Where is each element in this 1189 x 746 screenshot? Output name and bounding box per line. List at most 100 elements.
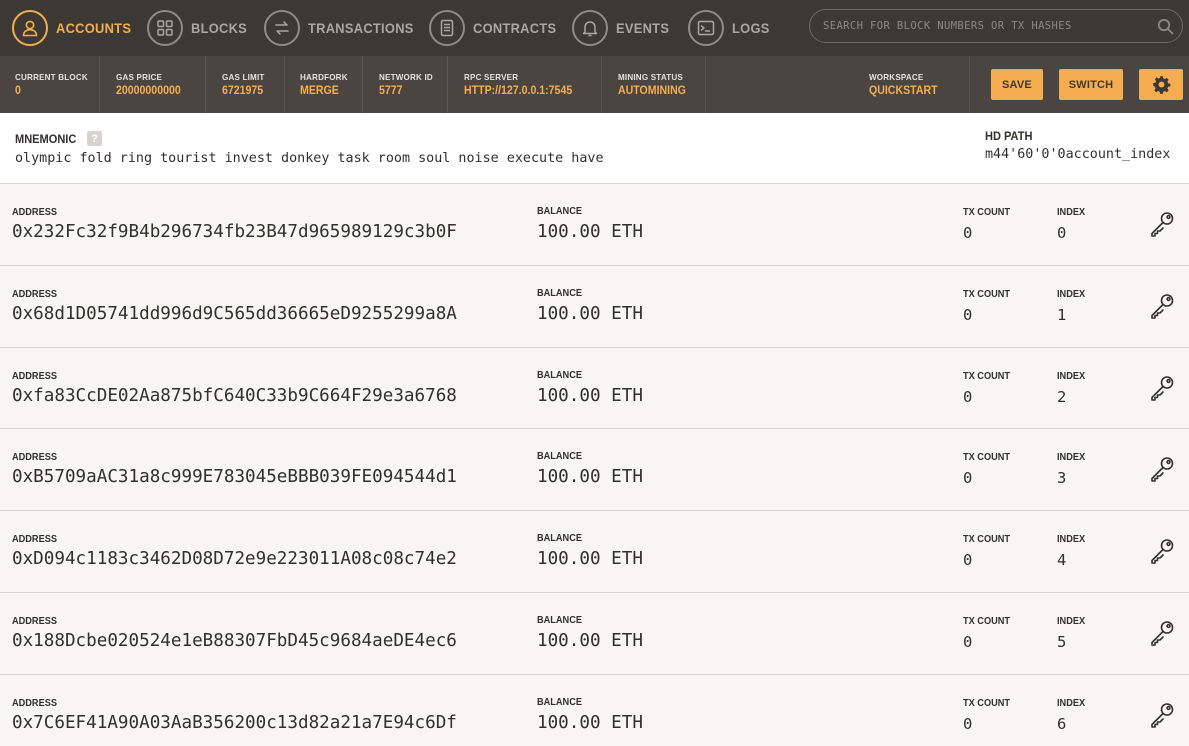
bell-icon [572, 10, 608, 46]
nav-accounts-label: ACCOUNTS [56, 20, 132, 36]
search-icon[interactable] [1148, 9, 1182, 43]
index-value: 6 [1057, 714, 1067, 733]
nav-blocks-label: BLOCKS [191, 20, 248, 36]
user-icon [12, 10, 48, 46]
hd-path-value: m44'60'0'0account_index [985, 147, 1171, 162]
balance-label: BALANCE [537, 696, 582, 708]
address-label: ADDRESS [12, 697, 57, 709]
account-row: ADDRESS 0xfa83CcDE02Aa875bfC640C33b9C664… [0, 347, 1189, 430]
nav-contracts-label: CONTRACTS [473, 20, 557, 36]
index-label: INDEX [1057, 452, 1086, 464]
balance-value: 100.00 ETH [537, 630, 643, 651]
account-row: ADDRESS 0xB5709aAC31a8c999E783045eBBB039… [0, 429, 1189, 512]
current-block-value: 0 [15, 85, 21, 97]
tx-count-label: TX COUNT [963, 534, 1011, 546]
index-value: 4 [1057, 551, 1067, 570]
gear-icon [1152, 76, 1170, 94]
nav-transactions-label: TRANSACTIONS [308, 20, 414, 36]
balance-value: 100.00 ETH [537, 549, 643, 570]
grid-icon [147, 10, 183, 46]
tx-count-value: 0 [963, 387, 973, 406]
address-value: 0xB5709aAC31a8c999E783045eBBB039FE094544… [12, 467, 457, 488]
gas-price-value: 20000000000 [116, 85, 181, 97]
accounts-list: ADDRESS 0x232Fc32f9B4b296734fb23B47d9659… [0, 184, 1189, 746]
tx-count-value: 0 [963, 469, 973, 488]
rpc-server-value: HTTP://127.0.0.1:7545 [464, 85, 573, 97]
nav-accounts[interactable]: ACCOUNTS [12, 9, 138, 47]
account-row: ADDRESS 0x232Fc32f9B4b296734fb23B47d9659… [0, 184, 1189, 266]
tx-count-value: 0 [963, 632, 973, 651]
mnemonic-value: olympic fold ring tourist invest donkey … [15, 151, 604, 166]
network-id-stat: NETWORK ID 5777 [363, 56, 448, 113]
mnemonic-section: MNEMONIC ? olympic fold ring tourist inv… [0, 113, 1189, 184]
key-icon[interactable] [1148, 455, 1176, 483]
mining-status-label: MINING STATUS [618, 72, 683, 82]
nav-events[interactable]: EVENTS [572, 9, 674, 47]
address-label: ADDRESS [12, 534, 57, 546]
hd-path-label: HD PATH [985, 129, 1033, 143]
workspace-label: WORKSPACE [869, 72, 924, 82]
top-nav: ACCOUNTS BLOCKS TRANSACTIONS CONTRACTS E… [0, 0, 1189, 56]
balance-label: BALANCE [537, 451, 582, 463]
nav-transactions[interactable]: TRANSACTIONS [264, 9, 423, 47]
address-label: ADDRESS [12, 452, 57, 464]
balance-label: BALANCE [537, 533, 582, 545]
mining-status-stat: MINING STATUS AUTOMINING [602, 56, 706, 113]
search-box [809, 9, 1183, 43]
address-label: ADDRESS [12, 615, 57, 627]
hardfork-value: MERGE [300, 85, 339, 97]
document-icon [429, 10, 465, 46]
network-id-label: NETWORK ID [379, 72, 433, 82]
nav-contracts[interactable]: CONTRACTS [429, 9, 564, 47]
key-icon[interactable] [1148, 701, 1176, 729]
address-value: 0xD094c1183c3462D08D72e9e223011A08c08c74… [12, 549, 457, 570]
gas-price-label: GAS PRICE [116, 72, 163, 82]
nav-blocks[interactable]: BLOCKS [147, 9, 252, 47]
balance-value: 100.00 ETH [537, 385, 643, 406]
settings-button[interactable] [1139, 69, 1183, 100]
address-value: 0x232Fc32f9B4b296734fb23B47d965989129c3b… [12, 222, 457, 242]
search-input[interactable] [823, 20, 1148, 32]
tx-count-label: TX COUNT [963, 615, 1011, 627]
index-value: 0 [1057, 224, 1067, 242]
index-label: INDEX [1057, 207, 1086, 218]
index-label: INDEX [1057, 615, 1086, 627]
workspace-stat: WORKSPACE QUICKSTART [853, 56, 970, 113]
swap-arrows-icon [264, 10, 300, 46]
account-row: ADDRESS 0xD094c1183c3462D08D72e9e223011A… [0, 511, 1189, 593]
key-icon[interactable] [1148, 537, 1176, 565]
terminal-icon [688, 10, 724, 46]
help-icon[interactable]: ? [87, 131, 102, 146]
balance-label: BALANCE [537, 287, 582, 299]
key-icon[interactable] [1148, 210, 1176, 238]
address-value: 0x7C6EF41A90A03AaB356200c13d82a21a7E94c6… [12, 712, 457, 733]
save-button[interactable]: SAVE [991, 69, 1043, 100]
tx-count-value: 0 [963, 224, 973, 242]
tx-count-value: 0 [963, 551, 973, 570]
tx-count-label: TX COUNT [963, 452, 1011, 464]
hardfork-stat: HARDFORK MERGE [285, 56, 363, 113]
tx-count-label: TX COUNT [963, 370, 1011, 382]
gas-limit-stat: GAS LIMIT 6721975 [206, 56, 285, 113]
balance-value: 100.00 ETH [537, 222, 643, 242]
nav-logs-label: LOGS [732, 20, 770, 36]
index-label: INDEX [1057, 370, 1086, 382]
address-value: 0xfa83CcDE02Aa875bfC640C33b9C664F29e3a67… [12, 385, 457, 406]
balance-label: BALANCE [537, 614, 582, 626]
balance-label: BALANCE [537, 369, 582, 381]
key-icon[interactable] [1148, 374, 1176, 402]
index-value: 5 [1057, 632, 1067, 651]
index-label: INDEX [1057, 697, 1086, 709]
tx-count-label: TX COUNT [963, 207, 1011, 218]
key-icon[interactable] [1148, 619, 1176, 647]
current-block-stat: CURRENT BLOCK 0 [0, 56, 100, 113]
tx-count-value: 0 [963, 305, 973, 324]
key-icon[interactable] [1148, 292, 1176, 320]
gas-limit-label: GAS LIMIT [222, 72, 265, 82]
switch-button[interactable]: SWITCH [1059, 69, 1123, 100]
rpc-server-stat: RPC SERVER HTTP://127.0.0.1:7545 [448, 56, 602, 113]
balance-value: 100.00 ETH [537, 303, 643, 324]
index-label: INDEX [1057, 288, 1086, 300]
account-row: ADDRESS 0x188Dcbe020524e1eB88307FbD45c96… [0, 592, 1189, 675]
nav-logs[interactable]: LOGS [688, 9, 773, 47]
